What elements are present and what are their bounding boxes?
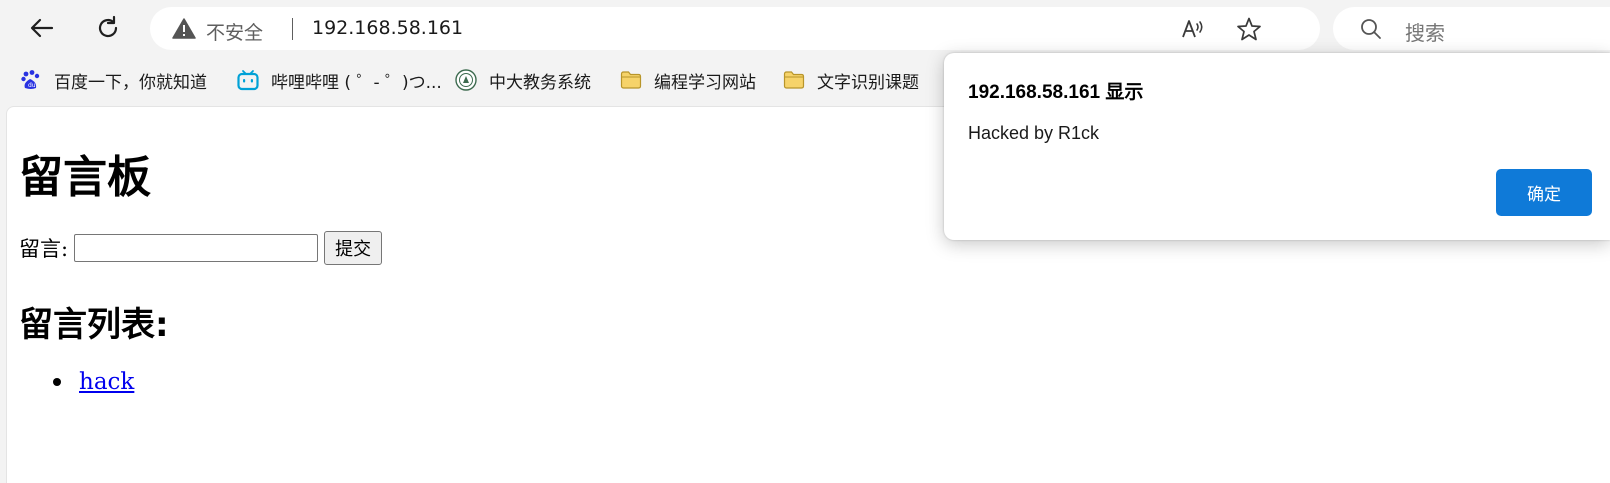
alert-dialog: 192.168.58.161 显示 Hacked by R1ck 确定 bbox=[944, 53, 1610, 240]
url-text[interactable]: 192.168.58.161 bbox=[312, 17, 463, 39]
browser-toolbar: 不安全 192.168.58.161 搜索 bbox=[0, 0, 1610, 56]
address-bar[interactable]: 不安全 192.168.58.161 bbox=[150, 7, 1320, 50]
dialog-title: 192.168.58.161 显示 bbox=[968, 82, 1144, 103]
search-icon bbox=[1361, 19, 1381, 39]
dialog-message: Hacked by R1ck bbox=[968, 123, 1100, 143]
address-divider bbox=[292, 18, 293, 40]
security-status-label[interactable]: 不安全 bbox=[206, 18, 263, 45]
message-form: 留言: 提交 bbox=[19, 231, 383, 265]
back-button[interactable] bbox=[24, 10, 60, 46]
bullet-icon bbox=[53, 378, 61, 386]
warning-icon[interactable] bbox=[172, 17, 196, 41]
message-input[interactable] bbox=[74, 234, 319, 262]
list-item: hack bbox=[19, 369, 134, 395]
message-list: hack bbox=[19, 369, 134, 395]
bookmark-label: 编程学习网站 bbox=[654, 72, 756, 93]
star-icon[interactable] bbox=[1236, 16, 1262, 42]
folder-icon bbox=[620, 71, 642, 89]
search-box[interactable]: 搜索 bbox=[1333, 7, 1610, 50]
read-aloud-icon[interactable] bbox=[1180, 16, 1206, 42]
browser-window: 不安全 192.168.58.161 搜索 du 百度一下，你就知道 哔哩哔哩 … bbox=[0, 0, 1610, 483]
reload-icon bbox=[98, 15, 118, 38]
bookmark-bilibili[interactable]: 哔哩哔哩 ( ゜- ゜)つ... bbox=[237, 66, 442, 94]
bookmark-label: 百度一下，你就知道 bbox=[54, 72, 207, 93]
dialog-ok-button[interactable]: 确定 bbox=[1496, 169, 1592, 216]
bilibili-icon bbox=[237, 70, 259, 91]
back-arrow-icon bbox=[30, 18, 54, 38]
submit-button[interactable]: 提交 bbox=[324, 231, 383, 265]
baidu-icon: du bbox=[21, 70, 40, 89]
folder-icon bbox=[783, 71, 805, 89]
message-label: 留言: bbox=[19, 237, 69, 261]
page-title: 留言板 bbox=[19, 152, 151, 203]
message-list-title: 留言列表: bbox=[19, 305, 169, 345]
search-placeholder: 搜索 bbox=[1405, 21, 1445, 45]
reload-button[interactable] bbox=[90, 10, 126, 46]
bookmark-university[interactable]: 中大教务系统 bbox=[455, 66, 591, 94]
message-link[interactable]: hack bbox=[79, 369, 134, 395]
university-icon bbox=[455, 69, 477, 91]
bookmark-baidu[interactable]: du 百度一下，你就知道 bbox=[20, 66, 207, 94]
bookmark-label: 文字识别课题 bbox=[817, 72, 919, 93]
svg-text:du: du bbox=[28, 82, 36, 89]
bookmark-folder-ocr[interactable]: 文字识别课题 bbox=[783, 66, 919, 94]
bookmark-folder-programming[interactable]: 编程学习网站 bbox=[620, 66, 756, 94]
bookmark-label: 哔哩哔哩 ( ゜- ゜)つ... bbox=[271, 72, 442, 93]
bookmark-label: 中大教务系统 bbox=[489, 72, 591, 93]
